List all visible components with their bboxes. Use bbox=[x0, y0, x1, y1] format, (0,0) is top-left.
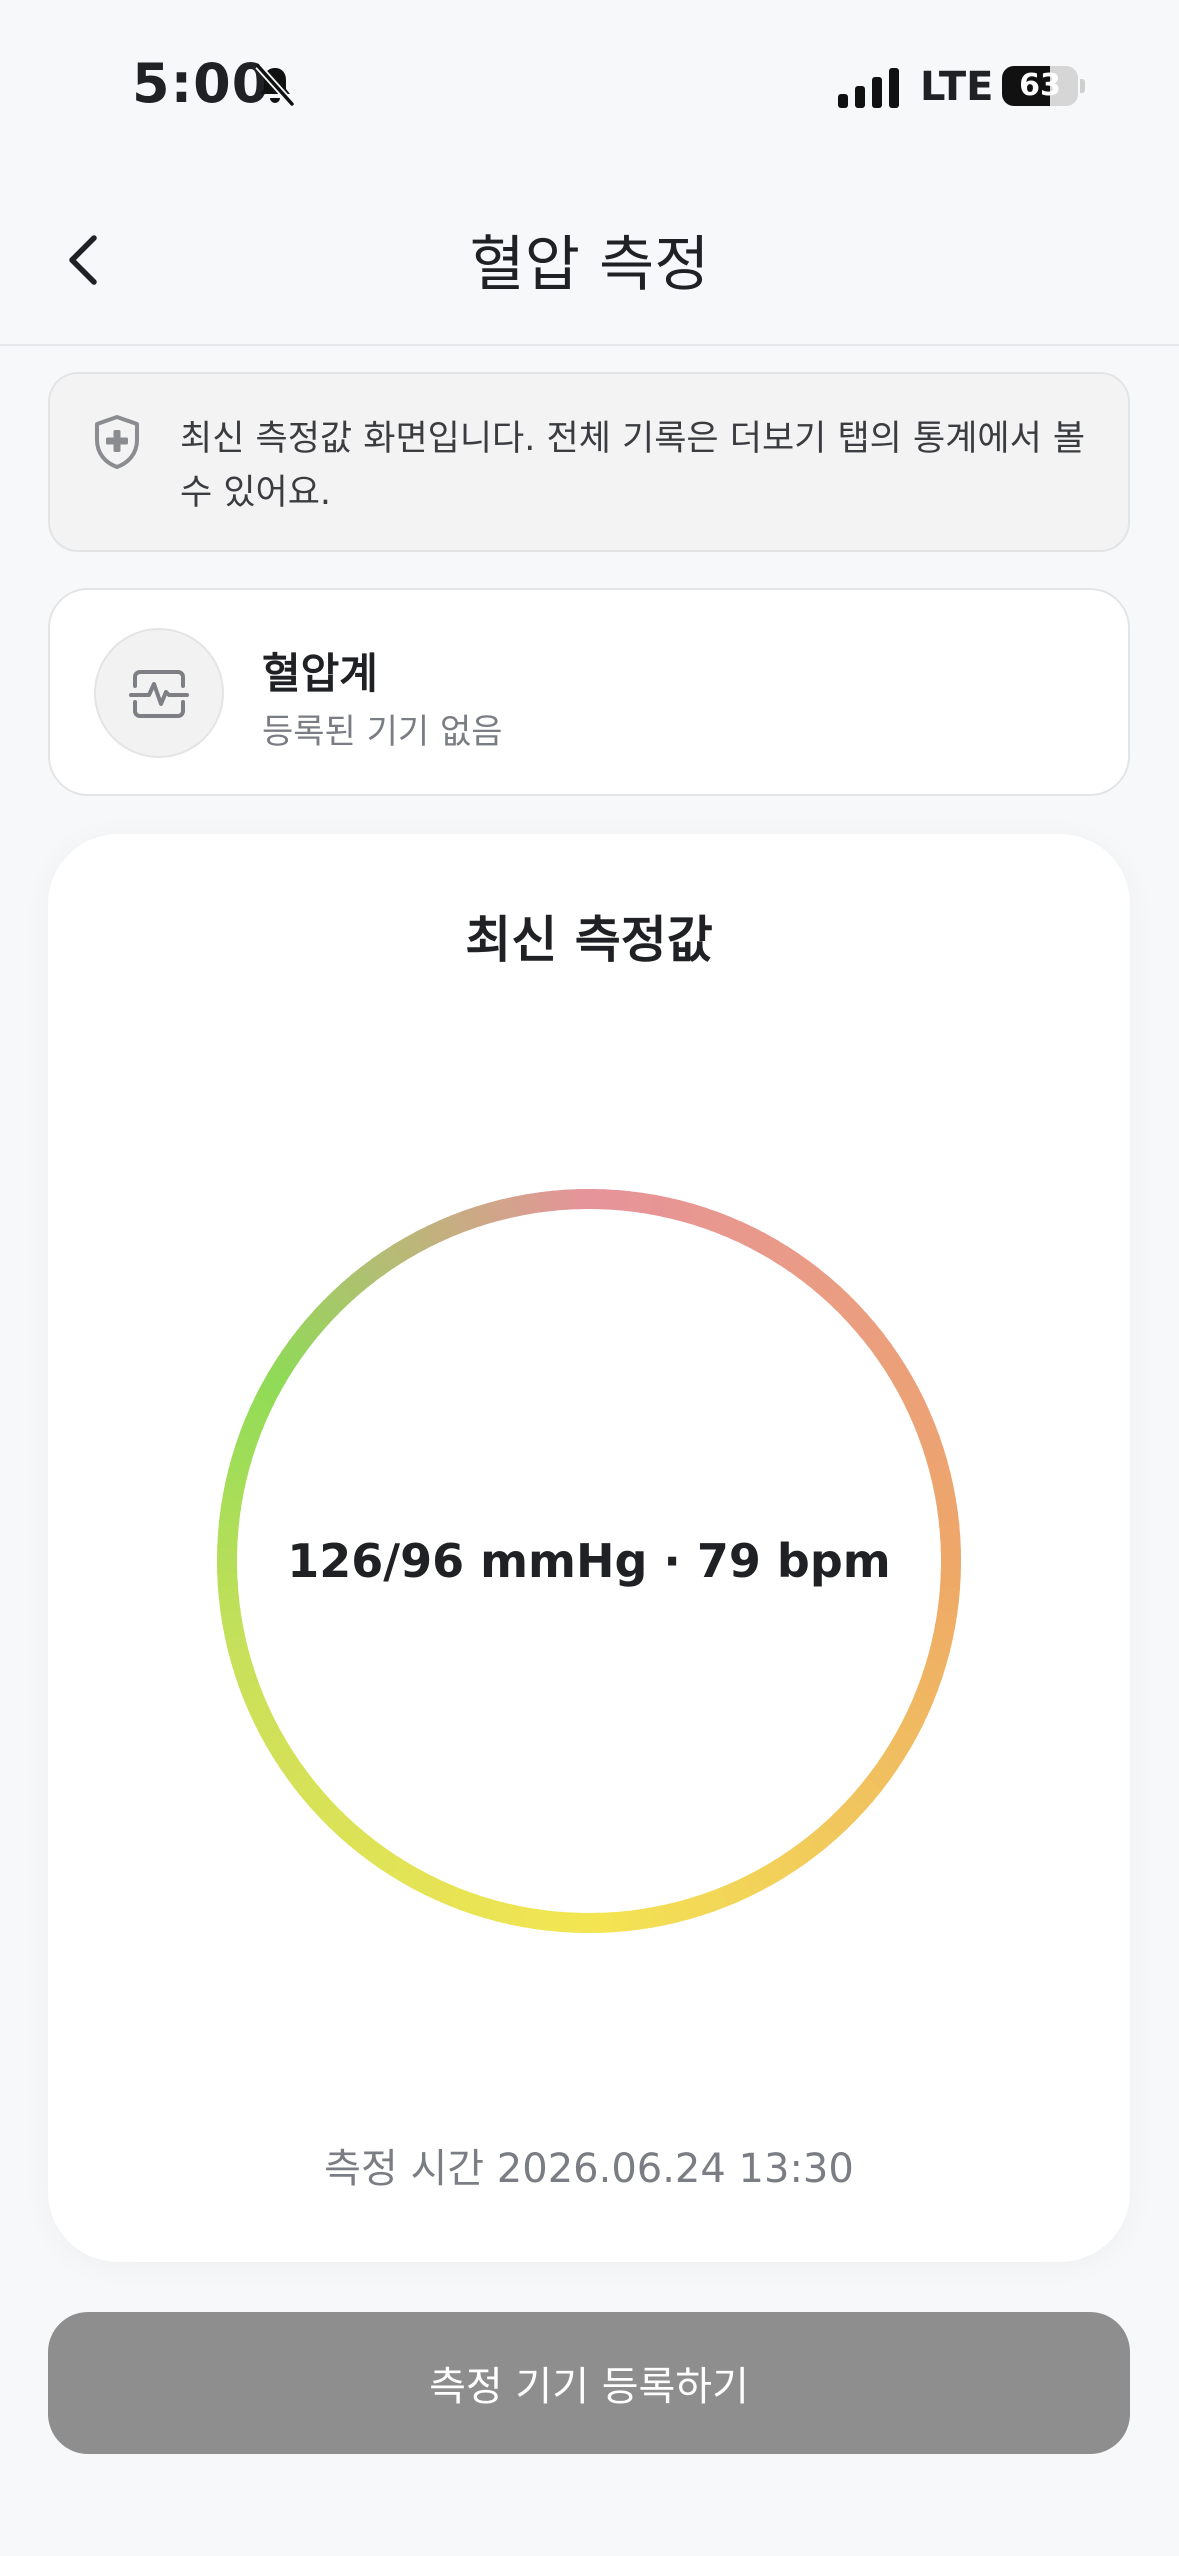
device-status: 등록된 기기 없음 bbox=[262, 712, 503, 752]
bell-muted-icon bbox=[255, 63, 295, 107]
measurement-value: 126/96 mmHg · 79 bpm bbox=[287, 1534, 891, 1588]
battery-icon: 63 bbox=[1002, 66, 1085, 106]
latest-measurement-card: 최신 측정값 126/96 mmHg · 79 bpm 측정 시간 2026.0… bbox=[48, 834, 1130, 2262]
cellular-signal-icon bbox=[838, 68, 899, 108]
register-device-button[interactable]: 측정 기기 등록하기 bbox=[48, 2312, 1130, 2454]
info-text: 최신 측정값 화면입니다. 전체 기록은 더보기 탭의 통계에서 볼 수 있어요… bbox=[180, 419, 1086, 513]
shield-plus-icon bbox=[95, 415, 139, 469]
device-card[interactable]: 혈압계 등록된 기기 없음 bbox=[48, 588, 1130, 796]
pulse-monitor-icon bbox=[129, 670, 189, 718]
measurement-time: 측정 시간 2026.06.24 13:30 bbox=[324, 2146, 854, 2192]
status-bar: 5:00 LTE 63 bbox=[0, 0, 1179, 170]
page-title: 혈압 측정 bbox=[469, 230, 710, 300]
navigation-bar: 혈압 측정 bbox=[0, 170, 1179, 346]
status-time: 5:00 bbox=[132, 52, 271, 115]
device-icon-container bbox=[94, 628, 224, 758]
device-name: 혈압계 bbox=[262, 649, 378, 698]
measurement-title: 최신 측정값 bbox=[465, 911, 713, 969]
network-type: LTE bbox=[920, 64, 994, 110]
battery-percent: 63 bbox=[1019, 68, 1061, 103]
info-banner: 최신 측정값 화면입니다. 전체 기록은 더보기 탭의 통계에서 볼 수 있어요… bbox=[48, 372, 1130, 552]
